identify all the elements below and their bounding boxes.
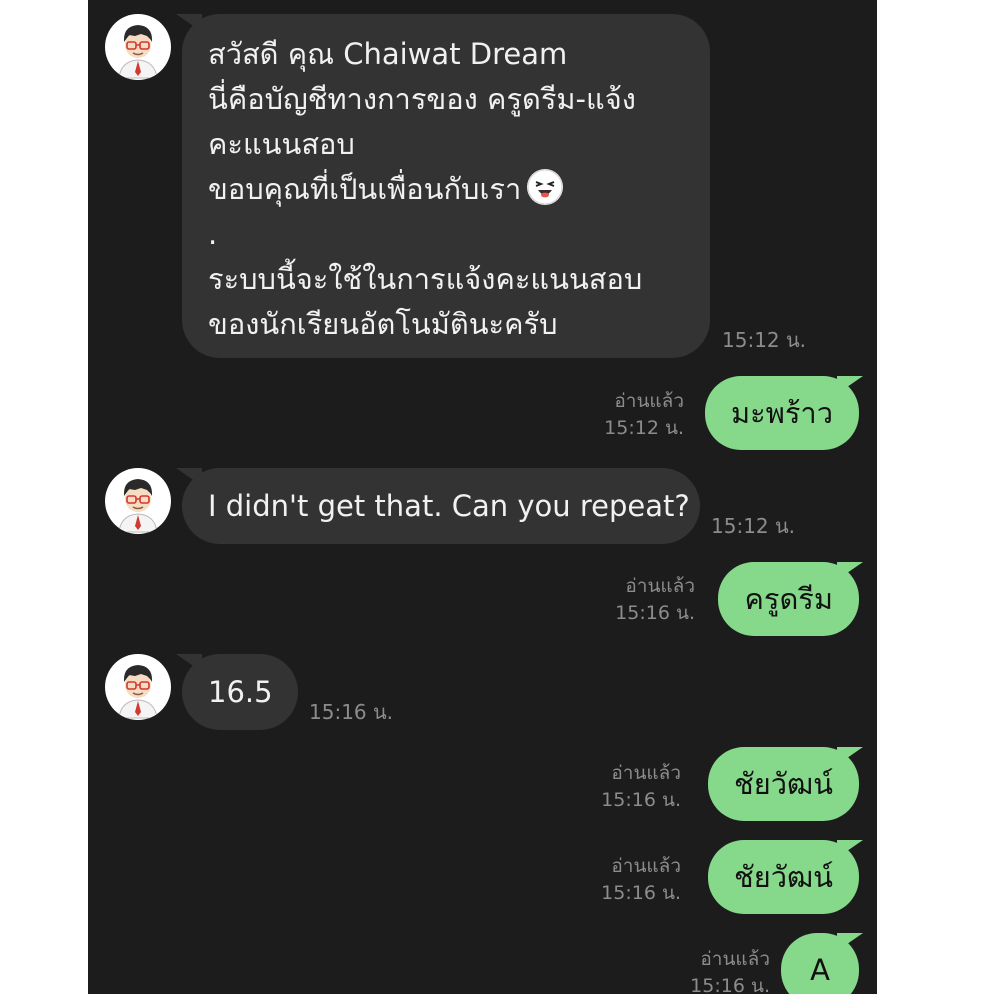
message-bubble-outgoing[interactable]: ครูดรีม — [718, 562, 863, 636]
message-line-with-emoji: ขอบคุณที่เป็นเพื่อนกับเรา — [208, 167, 684, 212]
message-line: . — [208, 217, 218, 251]
bot-avatar[interactable] — [105, 654, 171, 720]
message-bubble-outgoing[interactable]: ชัยวัฒน์ — [708, 840, 863, 914]
message-line: สวัสดี คุณ Chaiwat Dream — [208, 37, 568, 71]
read-status: อ่านแล้ว — [700, 948, 770, 970]
message-line: คะแนนสอบ — [208, 127, 355, 161]
read-status: อ่านแล้ว — [614, 390, 684, 412]
teacher-avatar-icon — [118, 665, 158, 719]
message-meta: อ่านแล้ว 15:12 น. — [604, 388, 684, 442]
message-bubble-incoming[interactable]: I didn't get that. Can you repeat? — [176, 468, 700, 544]
read-status: อ่านแล้ว — [625, 575, 695, 597]
message-timestamp: 15:12 น. — [604, 417, 684, 439]
message-line: ของนักเรียนอัตโนมัตินะครับ — [208, 307, 558, 341]
message-timestamp: 15:12 น. — [711, 514, 796, 538]
read-status: อ่านแล้ว — [611, 762, 681, 784]
message-line: ระบบนี้จะใช้ในการแจ้งคะแนนสอบ — [208, 262, 643, 296]
message-bubble-outgoing[interactable]: มะพร้าว — [705, 376, 863, 450]
message-meta: อ่านแล้ว 15:16 น. — [690, 946, 770, 994]
bot-avatar[interactable] — [105, 468, 171, 534]
teacher-avatar-icon — [118, 479, 158, 533]
read-status: อ่านแล้ว — [611, 855, 681, 877]
message-line: นี่คือบัญชีทางการของ ครูดรีม-แจ้ง — [208, 82, 636, 116]
message-text: 16.5 — [208, 675, 273, 709]
message-meta: อ่านแล้ว 15:16 น. — [601, 760, 681, 814]
message-timestamp: 15:16 น. — [309, 700, 394, 724]
message-text: ขอบคุณที่เป็นเพื่อนกับเรา — [208, 172, 522, 206]
message-bubble-incoming[interactable]: 16.5 — [176, 654, 298, 730]
teacher-avatar-icon — [118, 25, 158, 79]
message-timestamp: 15:16 น. — [615, 602, 695, 624]
message-meta: อ่านแล้ว 15:16 น. — [601, 853, 681, 907]
message-bubble-incoming[interactable]: สวัสดี คุณ Chaiwat Dream นี่คือบัญชีทางก… — [176, 14, 710, 358]
chat-area[interactable]: สวัสดี คุณ Chaiwat Dream นี่คือบัญชีทางก… — [88, 0, 877, 994]
message-text: I didn't get that. Can you repeat? — [208, 489, 690, 523]
laughing-face-emoji — [527, 169, 564, 205]
message-timestamp: 15:12 น. — [722, 328, 807, 352]
message-meta: อ่านแล้ว 15:16 น. — [615, 573, 695, 627]
message-timestamp: 15:16 น. — [690, 975, 770, 994]
message-timestamp: 15:16 น. — [601, 789, 681, 811]
message-timestamp: 15:16 น. — [601, 882, 681, 904]
message-bubble-outgoing[interactable]: A — [781, 933, 863, 994]
message-bubble-outgoing[interactable]: ชัยวัฒน์ — [708, 747, 863, 821]
bot-avatar[interactable] — [105, 14, 171, 80]
